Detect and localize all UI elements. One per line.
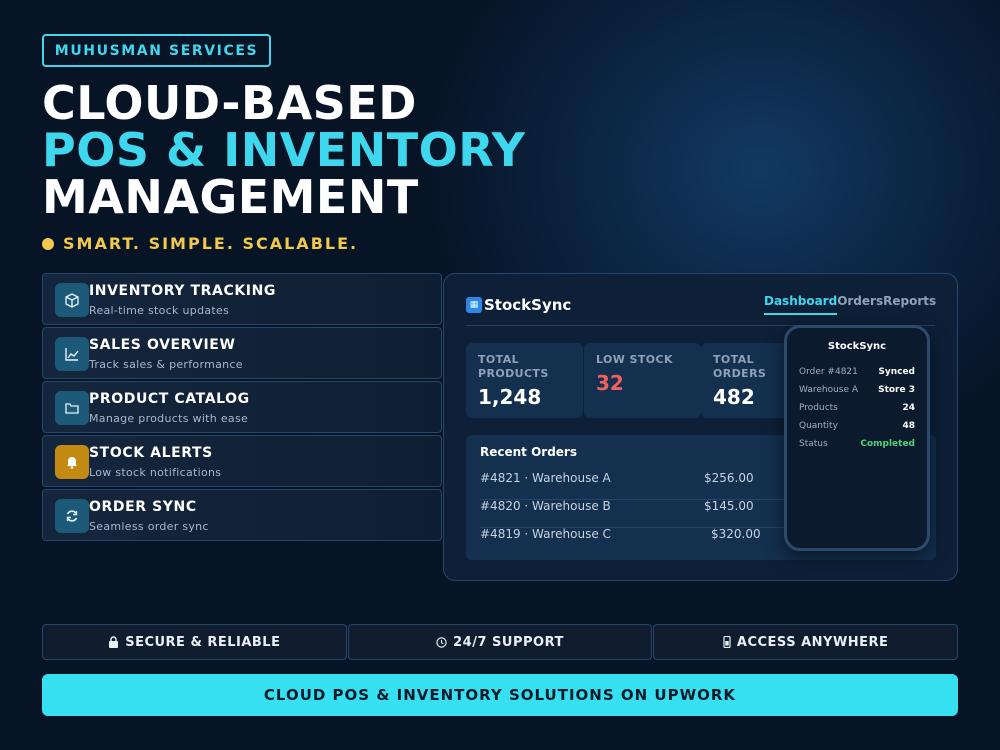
phone-row-label: Warehouse A bbox=[799, 385, 859, 395]
stat-value: 1,248 bbox=[478, 385, 542, 409]
feature-order-sync[interactable]: ORDER SYNC Seamless order sync bbox=[42, 489, 442, 541]
feature-title: STOCK ALERTS bbox=[89, 445, 213, 461]
order-id: #4819 · Warehouse C bbox=[480, 527, 611, 541]
feature-inventory-tracking[interactable]: INVENTORY TRACKING Real-time stock updat… bbox=[42, 273, 442, 325]
feature-subtitle: Low stock notifications bbox=[89, 466, 222, 479]
feature-product-catalog[interactable]: PRODUCT CATALOG Manage products with eas… bbox=[42, 381, 442, 433]
phone-row-label: Products bbox=[799, 403, 838, 413]
headline-line-2: POS & INVENTORY bbox=[42, 123, 526, 177]
tagline: SMART. SIMPLE. SCALABLE. bbox=[42, 234, 358, 253]
mobile-icon bbox=[723, 636, 731, 648]
feature-list: INVENTORY TRACKING Real-time stock updat… bbox=[42, 273, 442, 543]
order-row[interactable]: #4821 · Warehouse A $256.00 bbox=[480, 471, 790, 500]
phone-row: Warehouse A Store 3 bbox=[799, 385, 915, 395]
pill-label: ACCESS ANYWHERE bbox=[736, 634, 889, 650]
feature-subtitle: Real-time stock updates bbox=[89, 304, 230, 317]
phone-row-value: Synced bbox=[878, 367, 915, 377]
feature-subtitle: Manage products with ease bbox=[89, 412, 249, 425]
headline-line-3: MANAGEMENT bbox=[42, 170, 419, 224]
upwork-cta-button[interactable]: CLOUD POS & INVENTORY SOLUTIONS ON UPWOR… bbox=[42, 674, 958, 716]
order-id: #4821 · Warehouse A bbox=[480, 471, 611, 485]
phone-row: Products 24 bbox=[799, 403, 915, 413]
order-amount: $320.00 bbox=[711, 527, 761, 541]
nav-orders[interactable]: Orders bbox=[837, 294, 883, 315]
feature-title: ORDER SYNC bbox=[89, 499, 197, 515]
feature-stock-alerts[interactable]: STOCK ALERTS Low stock notifications bbox=[42, 435, 442, 487]
bell-icon bbox=[55, 445, 89, 479]
lock-icon bbox=[109, 636, 119, 648]
feature-title: PRODUCT CATALOG bbox=[89, 391, 250, 407]
benefit-pills: SECURE & RELIABLE 24/7 SUPPORT ACCESS AN… bbox=[42, 624, 959, 660]
phone-mockup: StockSync Order #4821 Synced Warehouse A… bbox=[784, 325, 930, 551]
phone-row: Quantity 48 bbox=[799, 421, 915, 431]
feature-subtitle: Seamless order sync bbox=[89, 520, 209, 533]
phone-row-value: 48 bbox=[902, 421, 915, 431]
feature-sales-overview[interactable]: SALES OVERVIEW Track sales & performance bbox=[42, 327, 442, 379]
chart-icon bbox=[55, 337, 89, 371]
grid-icon: ▦ bbox=[466, 297, 482, 313]
phone-row: Order #4821 Synced bbox=[799, 367, 915, 377]
folder-icon bbox=[55, 391, 89, 425]
order-amount: $145.00 bbox=[704, 499, 754, 513]
phone-row-label: Quantity bbox=[799, 421, 838, 431]
phone-row: Status Completed bbox=[799, 439, 915, 449]
recent-orders-title: Recent Orders bbox=[480, 445, 577, 459]
phone-row-label: Order #4821 bbox=[799, 367, 858, 377]
stat-low-stock: LOW STOCK 32 bbox=[584, 343, 701, 418]
app-logo: ▦ StockSync bbox=[466, 296, 571, 314]
dashboard-preview: ▦ StockSync Dashboard Orders Reports TOT… bbox=[443, 273, 958, 581]
feature-subtitle: Track sales & performance bbox=[89, 358, 243, 371]
stat-label: TOTAL PRODUCTS bbox=[478, 353, 549, 380]
phone-app-title: StockSync bbox=[827, 341, 887, 352]
phone-row-value: 24 bbox=[902, 403, 915, 413]
pill-label: 24/7 SUPPORT bbox=[453, 634, 564, 650]
bullet-dot-icon bbox=[42, 237, 54, 250]
headline: CLOUD-BASED POS & INVENTORY MANAGEMENT bbox=[42, 80, 525, 221]
stat-value: 32 bbox=[596, 371, 624, 395]
sync-icon bbox=[55, 499, 89, 533]
box-icon bbox=[55, 283, 89, 317]
pill-access: ACCESS ANYWHERE bbox=[653, 624, 959, 660]
feature-title: SALES OVERVIEW bbox=[89, 337, 236, 353]
tagline-text: SMART. SIMPLE. SCALABLE. bbox=[63, 234, 359, 253]
brand-badge: MUHUSMAN SERVICES bbox=[42, 34, 271, 67]
dashboard-nav: Dashboard Orders Reports bbox=[764, 294, 936, 315]
order-id: #4820 · Warehouse B bbox=[480, 499, 611, 513]
phone-row-value: Store 3 bbox=[878, 385, 915, 395]
clock-icon bbox=[436, 636, 447, 648]
phone-row-label: Status bbox=[799, 439, 828, 449]
pill-secure: SECURE & RELIABLE bbox=[42, 624, 347, 660]
order-row[interactable]: #4820 · Warehouse B $145.00 bbox=[480, 499, 790, 528]
stat-total-products: TOTAL PRODUCTS 1,248 bbox=[466, 343, 583, 418]
order-row[interactable]: #4819 · Warehouse C $320.00 bbox=[480, 527, 790, 555]
pill-support: 24/7 SUPPORT bbox=[347, 624, 653, 660]
feature-title: INVENTORY TRACKING bbox=[89, 283, 277, 299]
phone-row-value: Completed bbox=[860, 439, 915, 449]
pill-label: SECURE & RELIABLE bbox=[125, 634, 281, 650]
stat-label: LOW STOCK bbox=[596, 353, 673, 366]
nav-reports[interactable]: Reports bbox=[883, 294, 936, 315]
app-name: StockSync bbox=[484, 296, 572, 314]
headline-line-1: CLOUD-BASED bbox=[42, 76, 417, 130]
nav-dashboard[interactable]: Dashboard bbox=[764, 294, 838, 315]
order-amount: $256.00 bbox=[704, 471, 754, 485]
